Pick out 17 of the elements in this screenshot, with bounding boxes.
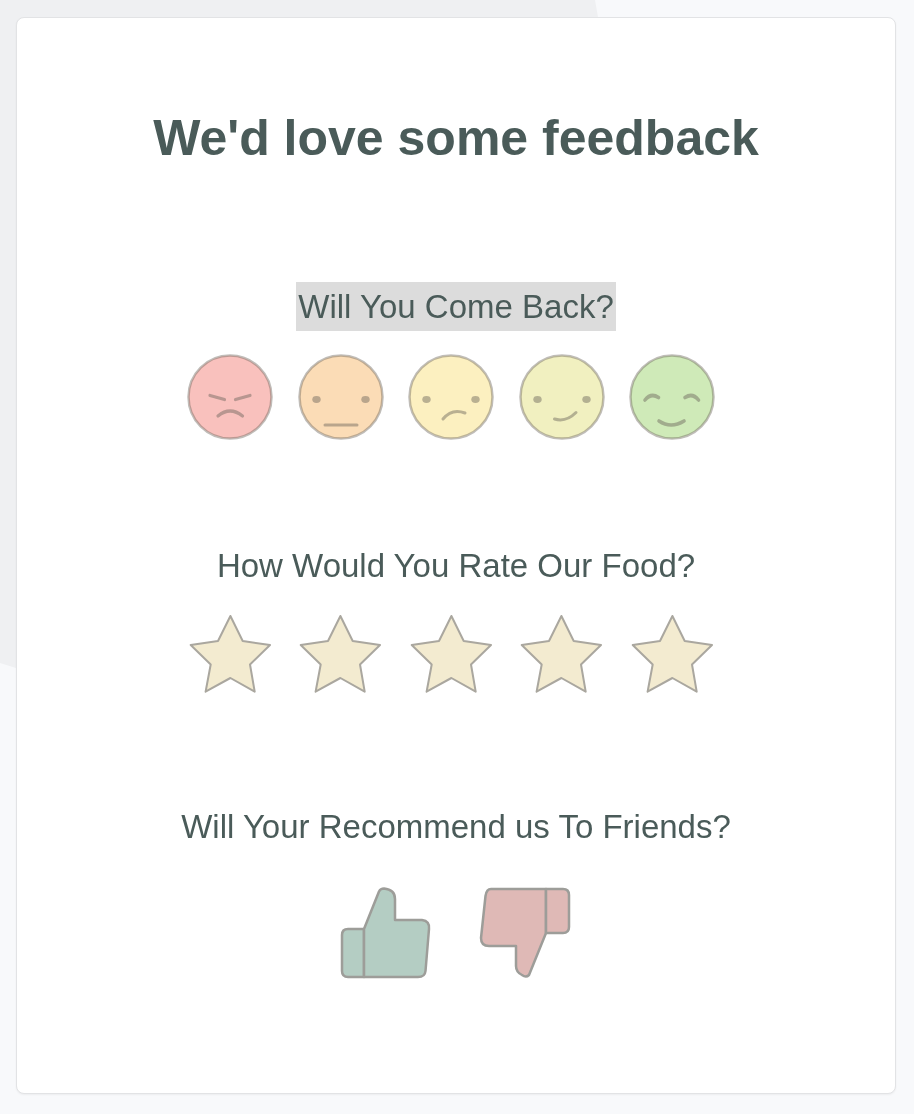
thumbs-down-icon[interactable] (479, 887, 572, 979)
thumbs-up-icon[interactable] (340, 887, 433, 979)
question-label: How Would You Rate Our Food? (215, 546, 697, 586)
angry-face-icon[interactable] (187, 354, 273, 440)
neutral-face-icon[interactable] (297, 354, 384, 440)
frowning-face-icon[interactable] (408, 354, 494, 440)
question-label: Will You Come Back? (296, 282, 616, 331)
star-icon[interactable] (299, 614, 382, 694)
question-label: Will Your Recommend us To Friends? (180, 807, 732, 847)
feedback-title: We'd love some feedback (153, 109, 759, 168)
star-icon[interactable] (409, 614, 493, 694)
smiling-face-icon[interactable] (518, 354, 605, 440)
star-icon[interactable] (520, 614, 603, 694)
star-rating[interactable] (188, 614, 714, 694)
star-icon[interactable] (630, 614, 714, 694)
star-icon[interactable] (188, 614, 272, 694)
happy-face-icon[interactable] (629, 354, 715, 440)
